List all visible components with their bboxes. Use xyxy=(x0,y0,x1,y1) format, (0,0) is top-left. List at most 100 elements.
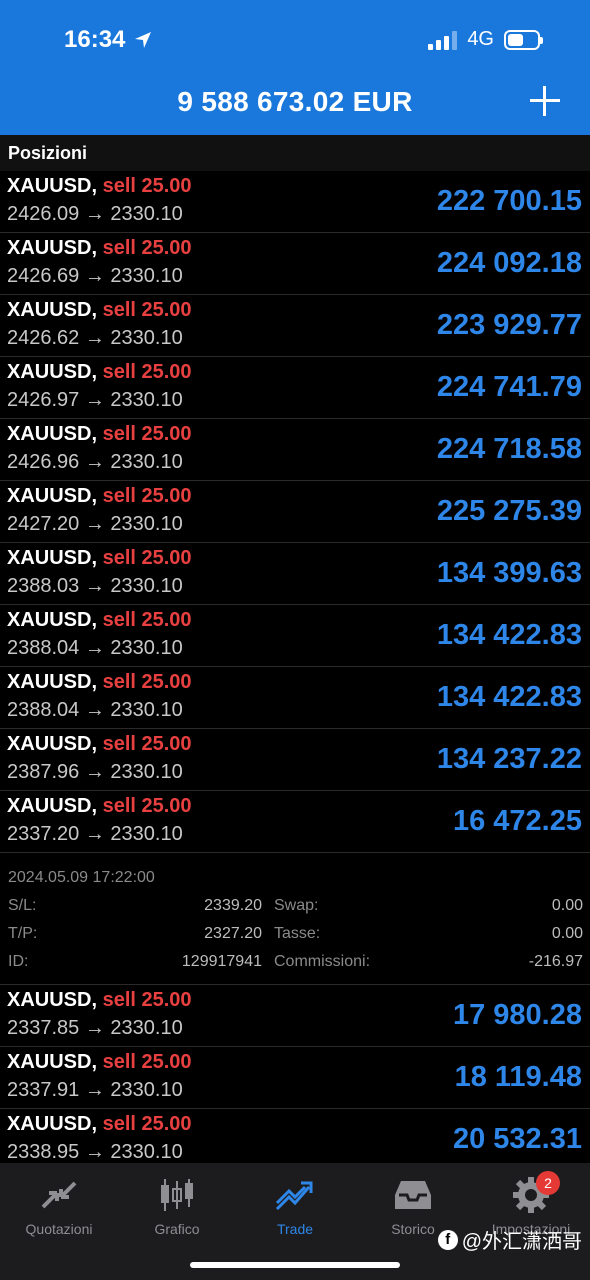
position-row[interactable]: XAUUSD, sell 25.00 2337.85 → 2330.10 17 98… xyxy=(0,985,590,1047)
profit-value: 223 929.77 xyxy=(436,309,582,341)
position-title: XAUUSD, sell 25.00 xyxy=(7,989,192,1012)
profit-value: 18 119.48 xyxy=(454,1061,582,1093)
position-row[interactable]: XAUUSD, sell 25.00 2388.04 → 2330.10 134 4… xyxy=(0,667,590,729)
symbol: XAUUSD, xyxy=(7,795,98,817)
quotes-arrows-icon xyxy=(41,1181,77,1209)
location-arrow-icon xyxy=(135,32,152,48)
id-value: 129917941 xyxy=(181,953,262,970)
symbol: XAUUSD, xyxy=(7,671,98,693)
order-type: sell 25.00 xyxy=(102,361,192,383)
symbol: XAUUSD, xyxy=(7,299,98,321)
position-row[interactable]: XAUUSD, sell 25.00 2337.20 → 2330.10 16 47… xyxy=(0,791,590,853)
notification-badge: 2 xyxy=(536,1171,560,1195)
position-row[interactable]: XAUUSD, sell 25.00 2426.96 → 2330.10 224 7… xyxy=(0,419,590,481)
status-time: 16:34 xyxy=(64,26,153,54)
position-row[interactable]: XAUUSD, sell 25.00 2388.03 → 2330.10 134 3… xyxy=(0,543,590,605)
account-balance: 9 588 673.02 EUR xyxy=(177,86,413,117)
network-type: 4G xyxy=(467,28,494,50)
add-position-button[interactable] xyxy=(530,86,560,116)
position-row[interactable]: XAUUSD, sell 25.00 2387.96 → 2330.10 134 2… xyxy=(0,729,590,791)
position-title: XAUUSD, sell 25.00 xyxy=(7,361,192,384)
watermark-text: @外汇潇洒哥 xyxy=(461,1231,582,1253)
position-row[interactable]: XAUUSD, sell 25.00 2338.95 → 2330.10 20 53… xyxy=(0,1109,590,1171)
price-range: 2388.03 → 2330.10 xyxy=(7,575,183,597)
watermark: f @外汇潇洒哥 xyxy=(437,1225,582,1254)
id-label: ID: xyxy=(8,953,29,970)
status-indicators: 4G xyxy=(428,28,543,51)
clock-text: 16:34 xyxy=(64,26,126,53)
symbol: XAUUSD, xyxy=(7,547,98,569)
order-type: sell 25.00 xyxy=(102,175,192,197)
profit-value: 16 472.25 xyxy=(452,805,582,837)
order-type: sell 25.00 xyxy=(102,671,192,693)
battery-icon xyxy=(504,29,543,50)
app-header: 16:34 4G 9 588 673.02 EUR xyxy=(0,0,590,135)
symbol: XAUUSD, xyxy=(7,485,98,507)
order-type: sell 25.00 xyxy=(102,485,192,507)
symbol: XAUUSD, xyxy=(7,423,98,445)
price-range: 2426.69 → 2330.10 xyxy=(7,265,183,287)
profit-value: 222 700.15 xyxy=(436,185,582,217)
position-row[interactable]: XAUUSD, sell 25.00 2426.69 → 2330.10 224 0… xyxy=(0,233,590,295)
order-type: sell 25.00 xyxy=(102,989,192,1011)
order-type: sell 25.00 xyxy=(102,547,192,569)
home-indicator xyxy=(190,1262,400,1268)
commission-label: Commissioni: xyxy=(274,953,371,970)
order-type: sell 25.00 xyxy=(102,299,192,321)
position-title: XAUUSD, sell 25.00 xyxy=(7,1051,192,1074)
profit-value: 134 399.63 xyxy=(436,557,582,589)
tax-value: 0.00 xyxy=(551,925,583,942)
swap-value: 0.00 xyxy=(551,897,583,914)
tab-label: Trade xyxy=(276,1221,314,1237)
tp-label: T/P: xyxy=(8,925,38,942)
position-title: XAUUSD, sell 25.00 xyxy=(7,299,192,322)
position-row[interactable]: XAUUSD, sell 25.00 2426.62 → 2330.10 223 9… xyxy=(0,295,590,357)
price-range: 2426.09 → 2330.10 xyxy=(7,203,183,225)
order-type: sell 25.00 xyxy=(102,423,192,445)
position-row[interactable]: XAUUSD, sell 25.00 2388.04 → 2330.10 134 4… xyxy=(0,605,590,667)
price-range: 2387.96 → 2330.10 xyxy=(7,761,183,783)
sl-label: S/L: xyxy=(8,897,37,914)
profit-value: 134 422.83 xyxy=(436,619,582,651)
candlestick-chart-icon xyxy=(161,1179,193,1211)
order-type: sell 25.00 xyxy=(102,609,192,631)
price-range: 2337.20 → 2330.10 xyxy=(7,823,183,845)
order-type: sell 25.00 xyxy=(102,733,192,755)
sl-value: 2339.20 xyxy=(204,897,262,914)
position-row[interactable]: XAUUSD, sell 25.00 2426.09 → 2330.10 222 7… xyxy=(0,171,590,233)
social-logo-icon: f xyxy=(437,1229,458,1250)
tab-grafico[interactable]: Grafico xyxy=(118,1173,236,1237)
symbol: XAUUSD, xyxy=(7,361,98,383)
tab-quotazioni[interactable]: Quotazioni xyxy=(0,1173,118,1237)
swap-label: Swap: xyxy=(274,897,319,914)
trade-trend-icon xyxy=(275,1181,313,1211)
position-row[interactable]: XAUUSD, sell 25.00 2427.20 → 2330.10 225 2… xyxy=(0,481,590,543)
tax-label: Tasse: xyxy=(274,925,321,942)
order-type: sell 25.00 xyxy=(102,1051,192,1073)
symbol: XAUUSD, xyxy=(7,609,98,631)
tp-value: 2327.20 xyxy=(204,925,262,942)
price-range: 2337.85 → 2330.10 xyxy=(7,1017,183,1039)
position-row[interactable]: XAUUSD, sell 25.00 2337.91 → 2330.10 18 11… xyxy=(0,1047,590,1109)
profit-value: 134 422.83 xyxy=(436,681,582,713)
price-range: 2426.96 → 2330.10 xyxy=(7,451,183,473)
inbox-history-icon xyxy=(395,1181,431,1209)
profit-value: 134 237.22 xyxy=(436,743,582,775)
price-range: 2388.04 → 2330.10 xyxy=(7,637,183,659)
position-row[interactable]: XAUUSD, sell 25.00 2426.97 → 2330.10 224 7… xyxy=(0,357,590,419)
signal-icon xyxy=(428,30,458,50)
symbol: XAUUSD, xyxy=(7,733,98,755)
position-title: XAUUSD, sell 25.00 xyxy=(7,795,192,818)
price-range: 2388.04 → 2330.10 xyxy=(7,699,183,721)
symbol: XAUUSD, xyxy=(7,237,98,259)
position-title: XAUUSD, sell 25.00 xyxy=(7,423,192,446)
tab-label: Quotazioni xyxy=(25,1221,93,1237)
position-title: XAUUSD, sell 25.00 xyxy=(7,547,192,570)
position-details[interactable]: 2024.05.09 17:22:00 S/L: 2339.20 Swap: 0… xyxy=(0,853,590,985)
profit-value: 224 741.79 xyxy=(436,371,582,403)
symbol: XAUUSD, xyxy=(7,1051,98,1073)
tab-trade[interactable]: Trade xyxy=(236,1173,354,1237)
symbol: XAUUSD, xyxy=(7,989,98,1011)
profit-value: 17 980.28 xyxy=(452,999,582,1031)
position-title: XAUUSD, sell 25.00 xyxy=(7,175,192,198)
